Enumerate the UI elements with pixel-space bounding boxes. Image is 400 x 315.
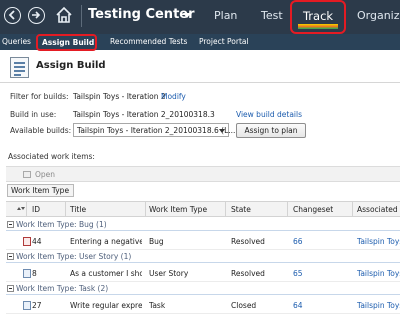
cell-title: Entering a negative n... <box>70 237 142 246</box>
nav-track[interactable]: Track <box>290 0 346 34</box>
cell-associated-link[interactable]: Tailspin Toys <box>357 301 400 310</box>
group-header-task[interactable]: Work Item Type: Task (2) <box>6 283 400 295</box>
subnav-queries[interactable]: Queries <box>2 37 31 46</box>
available-builds-value: Tailspin Toys - Iteration 2_20100318.6 (… <box>77 126 236 135</box>
collapse-icon[interactable] <box>7 221 14 228</box>
collapse-icon[interactable] <box>7 253 14 260</box>
subnav-recommended-tests[interactable]: Recommended Tests <box>110 37 187 46</box>
nav-plan[interactable]: Plan <box>214 9 237 22</box>
filter-value: Tailspin Toys - Iteration 2 <box>73 92 166 101</box>
title-separator <box>81 5 82 27</box>
sort-down-icon <box>21 207 25 210</box>
subnav-project-portal[interactable]: Project Portal <box>199 37 249 46</box>
view-build-details-link[interactable]: View build details <box>236 110 302 119</box>
column-id[interactable]: ID <box>32 205 40 214</box>
subnav-assign-build[interactable]: Assign Build <box>36 34 97 51</box>
assign-to-plan-button[interactable]: Assign to plan <box>236 123 306 138</box>
group-header-user-story[interactable]: Work Item Type: User Story (1) <box>6 251 400 263</box>
nav-test[interactable]: Test <box>261 9 283 22</box>
group-label: Work Item Type: Bug (1) <box>16 220 107 229</box>
cell-state: Closed <box>231 301 257 310</box>
page-title: Assign Build <box>36 60 106 71</box>
bug-icon <box>23 237 31 246</box>
column-work-item-type[interactable]: Work Item Type <box>149 205 207 214</box>
chevron-down-icon[interactable] <box>183 13 191 18</box>
work-item-icon <box>23 269 31 278</box>
column-associated-by[interactable]: Associated b <box>357 205 400 214</box>
cell-type: Task <box>149 301 166 310</box>
home-icon[interactable] <box>55 6 73 24</box>
column-state[interactable]: State <box>231 205 251 214</box>
group-by-chip[interactable]: Work Item Type <box>7 184 74 197</box>
build-in-use-label: Build in use: <box>10 110 57 119</box>
cell-associated-link[interactable]: Tailspin Toys <box>357 269 400 278</box>
nav-track-label: Track <box>302 9 334 23</box>
subnav-assign-build-label: Assign Build <box>42 38 95 47</box>
collapse-icon[interactable] <box>7 285 14 292</box>
group-label: Work Item Type: User Story (1) <box>16 252 132 261</box>
build-in-use-value: Tailspin Toys - Iteration 2_20100318.3 <box>73 110 215 119</box>
open-button[interactable]: Open <box>35 170 55 179</box>
group-header-bug[interactable]: Work Item Type: Bug (1) <box>6 219 400 231</box>
top-navigation-bar: Testing Center Plan Test Track Organize <box>0 0 400 34</box>
work-item-icon <box>23 301 31 310</box>
track-selected-indicator <box>298 24 338 29</box>
grid-toolbar: Open <box>6 166 400 182</box>
back-arrow-icon[interactable] <box>4 7 21 24</box>
forward-arrow-icon[interactable] <box>28 7 45 24</box>
associated-work-items-label: Associated work items: <box>8 152 95 161</box>
cell-id: 8 <box>32 269 37 278</box>
chevron-down-icon <box>219 129 225 133</box>
table-row[interactable]: 27 Write regular express... Task Closed … <box>6 297 400 314</box>
cell-changeset-link[interactable]: 66 <box>293 237 303 246</box>
table-row[interactable]: 44 Entering a negative n... Bug Resolved… <box>6 233 400 250</box>
cell-changeset-link[interactable]: 65 <box>293 269 303 278</box>
header-divider <box>0 82 400 83</box>
column-title[interactable]: Title <box>70 205 86 214</box>
cell-state: Resolved <box>231 237 265 246</box>
cell-title: As a customer I shou... <box>70 269 142 278</box>
cell-id: 27 <box>32 301 42 310</box>
center-title[interactable]: Testing Center <box>88 7 195 22</box>
cell-type: Bug <box>149 237 164 246</box>
grid-header: ID Title Work Item Type State Changeset … <box>6 201 400 217</box>
cell-associated-link[interactable]: Tailspin Toys <box>357 237 400 246</box>
cell-changeset-link[interactable]: 64 <box>293 301 303 310</box>
modify-link[interactable]: Modify <box>161 92 186 101</box>
cell-type: User Story <box>149 269 189 278</box>
cell-title: Write regular express... <box>70 301 142 310</box>
available-builds-select[interactable]: Tailspin Toys - Iteration 2_20100318.6 (… <box>73 123 235 137</box>
open-icon[interactable] <box>23 171 31 178</box>
filter-label: Filter for builds: <box>10 92 69 101</box>
assign-build-icon <box>10 57 29 78</box>
table-row[interactable]: 8 As a customer I shou... User Story Res… <box>6 265 400 282</box>
group-label: Work Item Type: Task (2) <box>16 284 109 293</box>
column-changeset[interactable]: Changeset <box>293 205 333 214</box>
cell-state: Resolved <box>231 269 265 278</box>
cell-id: 44 <box>32 237 42 246</box>
available-builds-label: Available builds: <box>10 126 72 135</box>
nav-organize[interactable]: Organize <box>357 9 400 22</box>
